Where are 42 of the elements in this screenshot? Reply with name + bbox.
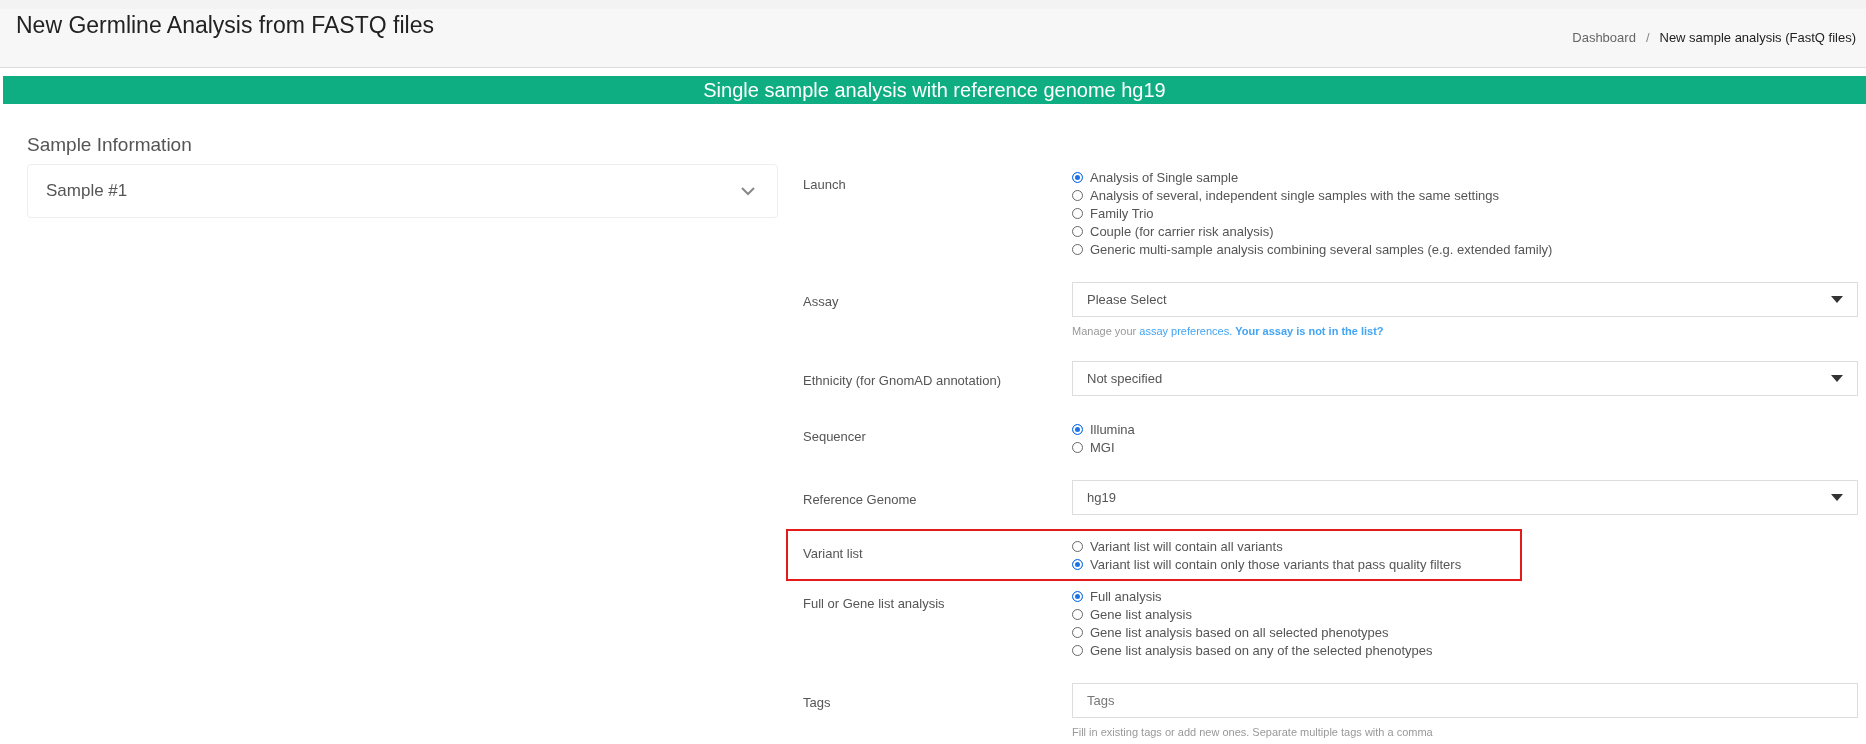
field-label: Sequencer [803, 428, 867, 446]
section-heading: Sample Information [27, 134, 193, 156]
chevron-icon [741, 186, 755, 196]
page-title: New Germline Analysis from FASTQ files [15, 11, 434, 39]
breadcrumb-separator: / [1645, 30, 1650, 45]
radio-button[interactable] [1072, 590, 1083, 602]
tags-input[interactable]: Tags [1072, 683, 1858, 718]
breadcrumb-current: New sample analysis (FastQ files) [1659, 30, 1856, 45]
radio-option[interactable]: Gene list analysis [1072, 605, 1858, 623]
radio-option[interactable]: Generic multi-sample analysis combining several samples (e.g. extended family) [1072, 240, 1858, 258]
radio-option[interactable]: Analysis of several, independent single samples with the same settings [1072, 186, 1858, 204]
radio-option[interactable]: Family Trio [1072, 204, 1858, 222]
radio-option[interactable]: Gene list analysis based on all selected phenotypes [1072, 623, 1858, 641]
field-label: Assay [803, 293, 840, 311]
radio-option[interactable]: Gene list analysis based on any of the selected phenotypes [1072, 641, 1858, 659]
sample-accordion[interactable]: Sample #1 [27, 164, 778, 218]
radio-option[interactable]: Full analysis [1072, 587, 1858, 605]
select-dropdown[interactable]: hg19 [1072, 480, 1858, 515]
field-label: Launch [803, 176, 847, 194]
breadcrumb-link[interactable]: Dashboard [1572, 30, 1636, 45]
select-dropdown[interactable]: Not specified [1072, 361, 1858, 396]
caret-icon [1831, 296, 1843, 303]
select-dropdown[interactable]: Please Select [1072, 282, 1858, 317]
field-label: Ethnicity (for GnomAD annotation) [803, 372, 1002, 390]
caret-icon [1831, 375, 1843, 382]
radio-option[interactable]: Couple (for carrier risk analysis) [1072, 222, 1858, 240]
radio-button[interactable] [1072, 558, 1083, 570]
radio-option[interactable]: Illumina [1072, 420, 1858, 438]
radio-option[interactable]: MGI [1072, 438, 1858, 456]
help-text: Fill in existing tags or add new ones. Separate multiple tags with a comma [1072, 726, 1434, 738]
radio-option[interactable]: Variant list will contain all variants [1072, 537, 1520, 555]
radio-button[interactable] [1072, 171, 1083, 183]
help-text: Manage your assay preferences. Your assay is not in the list? [1072, 325, 1385, 337]
field-label: Full or Gene list analysis [803, 595, 946, 613]
field-label: Reference Genome [803, 491, 918, 509]
field-label: Variant list [803, 545, 864, 563]
banner: Single sample analysis with reference genome hg19 [3, 76, 1866, 104]
caret-icon [1831, 494, 1843, 501]
field-label: Tags [803, 694, 832, 712]
radio-option[interactable]: Variant list will contain only those variants that pass quality filters [1072, 555, 1520, 573]
radio-option[interactable]: Analysis of Single sample [1072, 168, 1858, 186]
radio-button[interactable] [1072, 423, 1083, 435]
